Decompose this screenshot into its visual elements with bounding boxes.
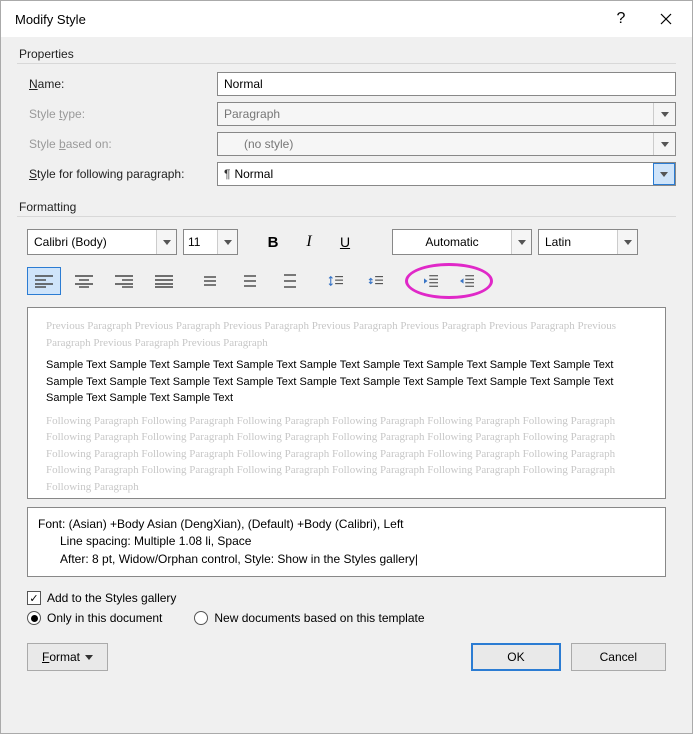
chevron-down-icon xyxy=(653,133,675,155)
chevron-down-icon[interactable] xyxy=(653,163,675,185)
spacing-1.5-button[interactable] xyxy=(233,267,267,295)
chevron-down-icon[interactable] xyxy=(617,230,637,254)
add-gallery-checkbox[interactable]: ✓ xyxy=(27,591,41,605)
desc-line2: Line spacing: Multiple 1.08 li, Space xyxy=(38,533,655,550)
new-documents-label: New documents based on this template xyxy=(214,611,424,625)
close-button[interactable] xyxy=(646,4,686,34)
name-input[interactable]: Normal xyxy=(217,72,676,96)
pilcrow-icon: ¶ xyxy=(224,167,230,181)
script-combo[interactable]: Latin xyxy=(538,229,638,255)
preview-following: Following Paragraph Following Paragraph … xyxy=(46,413,647,496)
following-combo[interactable]: ¶Normal xyxy=(217,162,676,186)
help-button[interactable]: ? xyxy=(606,10,636,28)
style-based-combo: (no style) xyxy=(217,132,676,156)
desc-line3: After: 8 pt, Widow/Orphan control, Style… xyxy=(38,551,655,568)
style-based-label: Style based on: xyxy=(17,137,217,151)
add-gallery-label: Add to the Styles gallery xyxy=(47,591,176,605)
properties-header: Properties xyxy=(17,43,676,64)
spacing-2-button[interactable] xyxy=(273,267,307,295)
bold-button[interactable]: B xyxy=(258,229,288,255)
increase-indent-button[interactable] xyxy=(450,267,484,295)
following-label: Style for following paragraph: xyxy=(17,167,217,181)
description-panel: Font: (Asian) +Body Asian (DengXian), (D… xyxy=(27,507,666,577)
decrease-para-spacing-button[interactable] xyxy=(359,267,393,295)
desc-line1: Font: (Asian) +Body Asian (DengXian), (D… xyxy=(38,517,404,531)
name-label: Name: xyxy=(17,77,217,91)
font-name-combo[interactable]: Calibri (Body) xyxy=(27,229,177,255)
align-justify-button[interactable] xyxy=(147,267,181,295)
chevron-down-icon[interactable] xyxy=(156,230,176,254)
only-document-radio[interactable] xyxy=(27,611,41,625)
cancel-button[interactable]: Cancel xyxy=(571,643,666,671)
style-type-combo: Paragraph xyxy=(217,102,676,126)
style-type-label: Style type: xyxy=(17,107,217,121)
align-right-button[interactable] xyxy=(107,267,141,295)
dropdown-icon xyxy=(85,655,93,660)
align-center-button[interactable] xyxy=(67,267,101,295)
chevron-down-icon[interactable] xyxy=(511,230,531,254)
align-left-button[interactable] xyxy=(27,267,61,295)
underline-button[interactable]: U xyxy=(330,229,360,255)
modify-style-dialog: Modify Style ? Properties Name: Normal S… xyxy=(0,0,693,734)
new-documents-radio[interactable] xyxy=(194,611,208,625)
chevron-down-icon xyxy=(653,103,675,125)
font-size-combo[interactable]: 11 xyxy=(183,229,238,255)
increase-para-spacing-button[interactable] xyxy=(319,267,353,295)
ok-button[interactable]: OK xyxy=(471,643,560,671)
format-button[interactable]: Format xyxy=(27,643,108,671)
preview-previous: Previous Paragraph Previous Paragraph Pr… xyxy=(46,318,647,351)
only-document-label: Only in this document xyxy=(47,611,162,625)
font-color-combo[interactable]: Automatic xyxy=(392,229,532,255)
formatting-header: Formatting xyxy=(17,196,676,217)
spacing-1-button[interactable] xyxy=(193,267,227,295)
chevron-down-icon[interactable] xyxy=(217,230,237,254)
preview-panel: Previous Paragraph Previous Paragraph Pr… xyxy=(27,307,666,499)
indent-highlight xyxy=(405,263,493,299)
title-bar: Modify Style ? xyxy=(1,1,692,37)
decrease-indent-button[interactable] xyxy=(414,267,448,295)
italic-button[interactable]: I xyxy=(294,229,324,255)
preview-sample: Sample Text Sample Text Sample Text Samp… xyxy=(46,357,647,407)
dialog-title: Modify Style xyxy=(15,12,86,27)
